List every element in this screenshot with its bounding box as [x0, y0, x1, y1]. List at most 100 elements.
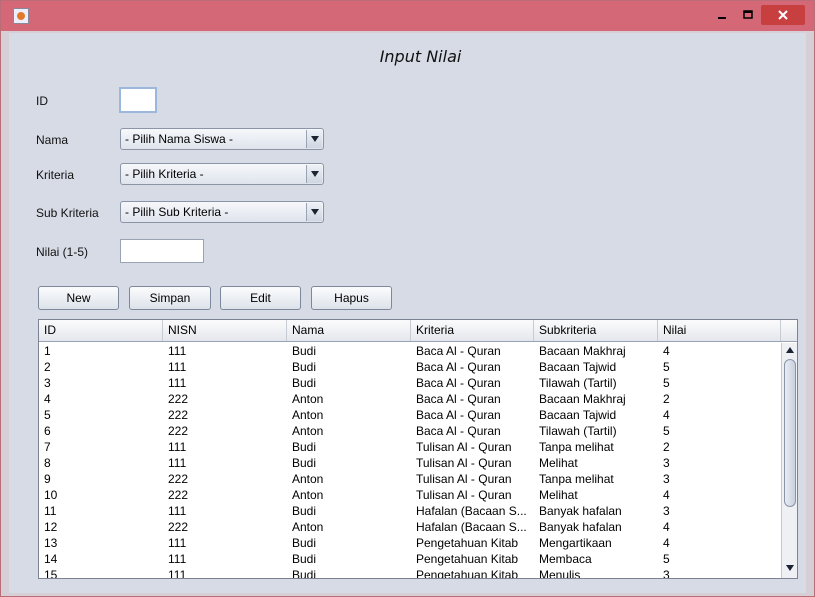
cell-subkriteria: Menulis: [539, 568, 581, 578]
subkriteria-selected-value: - Pilih Sub Kriteria -: [125, 205, 229, 219]
table-row[interactable]: 2 111 Budi Baca Al - Quran Bacaan Tajwid 5: [39, 359, 781, 375]
cell-id: 15: [44, 568, 58, 578]
cell-subkriteria: Tanpa melihat: [539, 472, 614, 486]
cell-kriteria: Baca Al - Quran: [416, 424, 501, 438]
cell-id: 14: [44, 552, 58, 566]
cell-nilai: 5: [663, 552, 670, 566]
scrollbar-thumb[interactable]: [784, 359, 796, 507]
cell-id: 11: [44, 504, 57, 518]
table-row[interactable]: 7 111 Budi Tulisan Al - Quran Tanpa melihat 2: [39, 439, 781, 455]
table-row[interactable]: 14 111 Budi Pengetahuan Kitab Membaca 5: [39, 551, 781, 567]
table-row[interactable]: 13 111 Budi Pengetahuan Kitab Mengartikaan 4: [39, 535, 781, 551]
page-title: Input Nilai: [379, 47, 462, 66]
nama-combobox[interactable]: - Pilih Nama Siswa -: [120, 128, 324, 150]
scroll-down-button[interactable]: [782, 561, 797, 576]
column-header-nama[interactable]: Nama: [287, 320, 411, 341]
cell-kriteria: Baca Al - Quran: [416, 408, 501, 422]
cell-nilai: 5: [663, 360, 670, 374]
simpan-button[interactable]: Simpan: [129, 286, 211, 310]
subkriteria-label: Sub Kriteria: [36, 206, 99, 220]
close-button[interactable]: [761, 5, 805, 25]
nilai-field[interactable]: [120, 239, 204, 263]
cell-id: 4: [44, 392, 51, 406]
cell-nilai: 3: [663, 472, 670, 486]
hapus-button[interactable]: Hapus: [311, 286, 392, 310]
table-row[interactable]: 4 222 Anton Baca Al - Quran Bacaan Makhraj 2: [39, 391, 781, 407]
cell-subkriteria: Mengartikaan: [539, 536, 612, 550]
table-row[interactable]: 3 111 Budi Baca Al - Quran Tilawah (Tartil) 5: [39, 375, 781, 391]
cell-subkriteria: Bacaan Tajwid: [539, 408, 617, 422]
edit-button[interactable]: Edit: [220, 286, 301, 310]
table-row[interactable]: 11 111 Budi Hafalan (Bacaan S... Banyak hafa…: [39, 503, 781, 519]
cell-kriteria: Baca Al - Quran: [416, 344, 501, 358]
cell-kriteria: Baca Al - Quran: [416, 392, 501, 406]
vertical-scrollbar[interactable]: [781, 343, 797, 578]
cell-nama: Anton: [292, 424, 324, 438]
cell-id: 6: [44, 424, 51, 438]
table-row[interactable]: 12 222 Anton Hafalan (Bacaan S... Banyak haf…: [39, 519, 781, 535]
table-header: ID NISN Nama Kriteria Subkriteria Nilai: [39, 320, 797, 342]
cell-nilai: 5: [663, 424, 670, 438]
maximize-button[interactable]: [739, 5, 757, 25]
table-row[interactable]: 9 222 Anton Tulisan Al - Quran Tanpa melihat…: [39, 471, 781, 487]
column-header-nilai[interactable]: Nilai: [658, 320, 781, 341]
cell-kriteria: Pengetahuan Kitab: [416, 536, 519, 550]
cell-nisn: 222: [168, 424, 189, 438]
cell-id: 13: [44, 536, 58, 550]
cell-nisn: 222: [168, 392, 189, 406]
cell-nama: Budi: [292, 552, 317, 566]
table-row[interactable]: 1 111 Budi Baca Al - Quran Bacaan Makhraj 4: [39, 343, 781, 359]
table-row[interactable]: 8 111 Budi Tulisan Al - Quran Melihat 3: [39, 455, 781, 471]
cell-nisn: 111: [168, 552, 187, 566]
cell-nilai: 2: [663, 440, 670, 454]
cell-nilai: 4: [663, 408, 670, 422]
close-icon: [778, 10, 788, 20]
column-header-nisn[interactable]: NISN: [163, 320, 287, 341]
table-row[interactable]: 15 111 Budi Pengetahuan Kitab Menulis 3: [39, 567, 781, 578]
java-app-icon[interactable]: [13, 8, 29, 24]
subkriteria-dropdown-button[interactable]: [306, 203, 322, 221]
cell-nisn: 111: [168, 360, 187, 374]
kriteria-combobox[interactable]: - Pilih Kriteria -: [120, 163, 324, 185]
table-row[interactable]: 10 222 Anton Tulisan Al - Quran Melihat 4: [39, 487, 781, 503]
id-label: ID: [36, 94, 48, 108]
cell-kriteria: Tulisan Al - Quran: [416, 440, 512, 454]
cell-kriteria: Baca Al - Quran: [416, 360, 501, 374]
cell-nama: Budi: [292, 504, 317, 518]
nama-dropdown-button[interactable]: [306, 130, 322, 148]
column-header-kriteria[interactable]: Kriteria: [411, 320, 534, 341]
cell-nilai: 5: [663, 376, 670, 390]
new-button[interactable]: New: [38, 286, 119, 310]
cell-nama: Anton: [292, 472, 324, 486]
kriteria-selected-value: - Pilih Kriteria -: [125, 167, 204, 181]
table-row[interactable]: 6 222 Anton Baca Al - Quran Tilawah (Tartil)…: [39, 423, 781, 439]
cell-subkriteria: Melihat: [539, 488, 578, 502]
cell-nama: Budi: [292, 376, 317, 390]
column-header-id[interactable]: ID: [39, 320, 163, 341]
cell-id: 1: [44, 344, 51, 358]
cell-kriteria: Baca Al - Quran: [416, 376, 501, 390]
cell-nilai: 4: [663, 488, 670, 502]
subkriteria-combobox[interactable]: - Pilih Sub Kriteria -: [120, 201, 324, 223]
minimize-button[interactable]: [713, 5, 731, 25]
cell-nisn: 111: [168, 376, 187, 390]
cell-id: 9: [44, 472, 51, 486]
cell-nama: Budi: [292, 568, 317, 578]
table-row[interactable]: 5 222 Anton Baca Al - Quran Bacaan Tajwid 4: [39, 407, 781, 423]
cell-nisn: 111: [168, 504, 187, 518]
cell-nisn: 111: [168, 440, 187, 454]
cell-id: 7: [44, 440, 51, 454]
nilai-label: Nilai (1-5): [36, 245, 89, 259]
nilai-table[interactable]: ID NISN Nama Kriteria Subkriteria Nilai …: [38, 319, 798, 579]
cell-subkriteria: Membaca: [539, 552, 592, 566]
id-field[interactable]: [119, 87, 157, 113]
column-header-subkriteria[interactable]: Subkriteria: [534, 320, 658, 341]
kriteria-dropdown-button[interactable]: [306, 165, 322, 183]
cell-subkriteria: Tilawah (Tartil): [539, 424, 617, 438]
cell-subkriteria: Bacaan Tajwid: [539, 360, 617, 374]
cell-kriteria: Pengetahuan Kitab: [416, 552, 519, 566]
scroll-up-button[interactable]: [782, 343, 797, 358]
cell-nisn: 222: [168, 488, 189, 502]
title-bar[interactable]: [1, 1, 814, 31]
cell-nilai: 2: [663, 392, 670, 406]
